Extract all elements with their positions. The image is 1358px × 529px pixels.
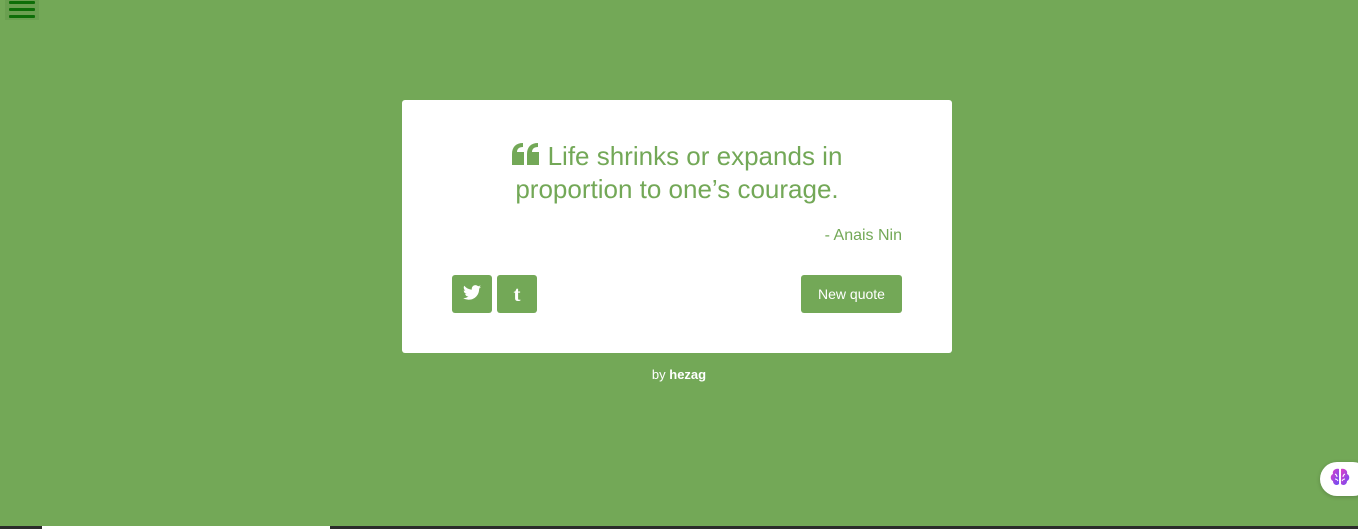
- brain-icon: [1329, 466, 1351, 492]
- new-quote-button[interactable]: New quote: [801, 275, 902, 313]
- quote-text: Life shrinks or expands in proportion to…: [515, 141, 843, 204]
- quote-box: Life shrinks or expands in proportion to…: [402, 100, 952, 353]
- assistant-badge[interactable]: [1320, 462, 1358, 496]
- tweet-quote-button[interactable]: [452, 275, 492, 313]
- quote-author: - Anais Nin: [824, 227, 902, 244]
- footer-author-link[interactable]: hezag: [669, 367, 706, 382]
- menu-bar: [9, 1, 35, 4]
- menu-bar: [9, 15, 35, 18]
- tumblr-quote-button[interactable]: t: [497, 275, 537, 313]
- twitter-icon: [463, 284, 481, 304]
- menu-bar: [9, 8, 35, 11]
- quote-text-block: Life shrinks or expands in proportion to…: [452, 140, 902, 206]
- quote-left-icon: [511, 140, 540, 165]
- footer-prefix: by: [651, 367, 666, 382]
- tumblr-icon: t: [513, 281, 521, 306]
- footer: by hezag: [0, 367, 1358, 382]
- menu-button[interactable]: [5, 0, 39, 20]
